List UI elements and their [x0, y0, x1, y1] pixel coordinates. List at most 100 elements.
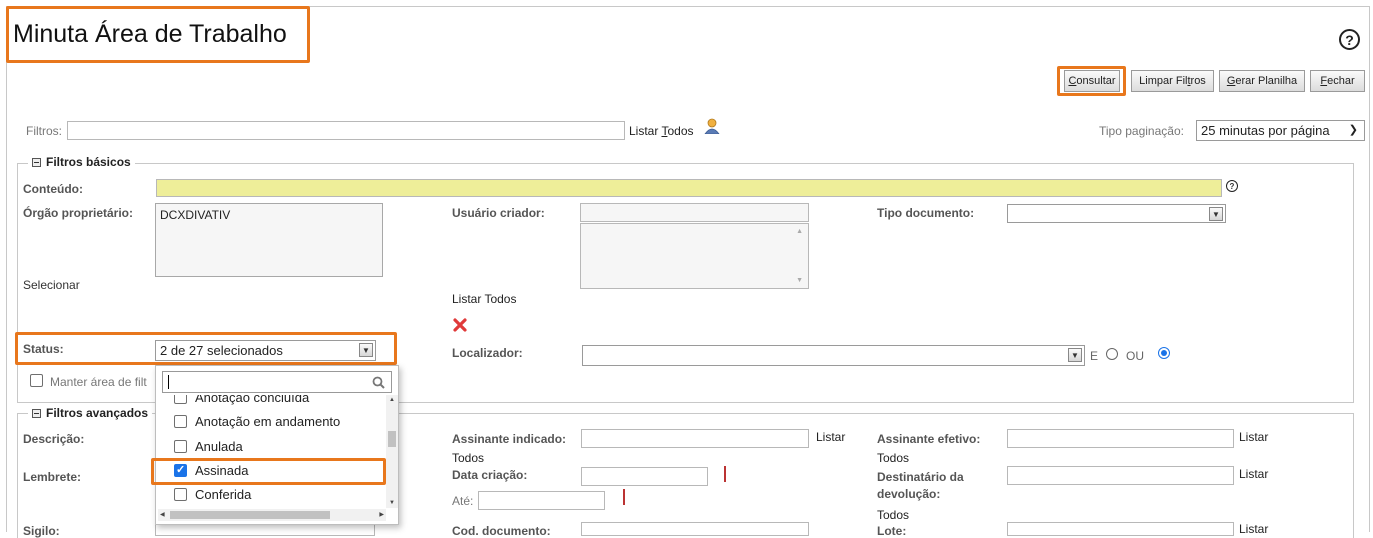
status-search-input[interactable] [162, 371, 392, 393]
lote-label: Lote: [877, 524, 907, 538]
assinada-highlight [151, 458, 386, 485]
conteudo-input[interactable] [156, 179, 1222, 197]
localizador-ou-radio[interactable] [1158, 347, 1170, 359]
status-select[interactable]: 2 de 27 selecionados ▼ [155, 340, 376, 361]
scroll-up-icon[interactable]: ▲ [796, 228, 803, 235]
status-option-checkbox[interactable] [174, 440, 187, 453]
filtros-input[interactable] [67, 121, 625, 140]
conteudo-label: Conteúdo: [23, 182, 83, 196]
dropdown-horizontal-scrollbar[interactable]: ◀ ▶ [158, 509, 386, 521]
orgao-listbox[interactable]: DCXDIVATIV [155, 203, 383, 277]
page-title: Minuta Área de Trabalho [13, 20, 287, 48]
filtros-avancados-title: Filtros avançados [46, 406, 149, 420]
orgao-item[interactable]: DCXDIVATIV [156, 204, 382, 226]
destinatario-input[interactable] [1007, 466, 1234, 485]
tipo-paginacao-select[interactable]: 25 minutas por página ❯ [1196, 120, 1365, 141]
text-cursor [168, 375, 169, 389]
dropdown-arrow-icon: ▼ [1209, 207, 1223, 221]
fechar-button[interactable]: Fechar [1310, 70, 1365, 92]
dropdown-vertical-scrollbar[interactable]: ▲ ▼ [386, 395, 398, 508]
localizador-e-radio[interactable] [1106, 348, 1118, 360]
collapse-icon[interactable] [32, 408, 41, 418]
user-icon[interactable] [704, 118, 720, 134]
calendar-icon[interactable] [623, 489, 625, 505]
data-criacao-label: Data criação: [452, 468, 528, 482]
collapse-icon[interactable] [32, 157, 41, 167]
assinante-efetivo-label: Assinante efetivo: [877, 432, 981, 446]
filtros-avancados-legend[interactable]: Filtros avançados [28, 406, 153, 420]
lembrete-label: Lembrete: [23, 470, 82, 484]
status-option-label: Anotação concluída [195, 395, 310, 405]
scrollbar-thumb[interactable] [170, 511, 330, 519]
assinante-indicado-label: Assinante indicado: [452, 432, 567, 446]
usuario-criador-listbox[interactable]: ▲ ▼ [580, 223, 809, 289]
consultar-button[interactable]: Consultar [1064, 70, 1120, 92]
status-option-checkbox[interactable] [174, 395, 187, 404]
status-label: Status: [23, 342, 64, 356]
scroll-down-icon[interactable]: ▼ [796, 277, 803, 284]
red-x-icon[interactable] [453, 318, 467, 332]
status-option-checkbox[interactable] [174, 488, 187, 501]
selecionar-link[interactable]: Selecionar [23, 278, 80, 292]
usuario-criador-input[interactable] [580, 203, 809, 222]
status-option-0[interactable]: Anotação concluída [174, 395, 309, 405]
calendar-icon[interactable] [724, 466, 726, 482]
ate-label: Até: [452, 494, 474, 508]
status-option-2[interactable]: Anulada [174, 439, 243, 454]
manter-area-label: Manter área de filt [50, 375, 147, 389]
chevron-down-icon: ❯ [1348, 124, 1358, 136]
scroll-down-icon[interactable]: ▼ [389, 500, 395, 506]
gerar-planilha-button[interactable]: Gerar Planilha [1219, 70, 1305, 92]
scrollbar-thumb[interactable] [388, 431, 396, 447]
tipo-documento-label: Tipo documento: [877, 206, 975, 220]
cod-documento-label: Cod. documento: [452, 524, 551, 538]
localizador-ou-label: OU [1126, 349, 1144, 363]
data-criacao-input[interactable] [581, 467, 708, 486]
assinante-indicado-todos-link[interactable]: Todos [452, 451, 484, 465]
scroll-left-icon[interactable]: ◀ [160, 511, 165, 518]
localizador-label: Localizador: [452, 346, 523, 360]
destinatario-todos-link[interactable]: Todos [877, 508, 909, 522]
destinatario-listar-link[interactable]: Listar [1239, 467, 1268, 481]
sigilo-label: Sigilo: [23, 524, 60, 538]
lote-input[interactable] [1007, 522, 1234, 536]
assinante-indicado-input[interactable] [581, 429, 809, 448]
status-option-checkbox[interactable] [174, 415, 187, 428]
assinante-indicado-listar-link[interactable]: Listar [816, 430, 845, 444]
conteudo-help-icon[interactable]: ? [1226, 180, 1238, 192]
usuario-criador-label: Usuário criador: [452, 206, 545, 220]
assinante-efetivo-todos-link[interactable]: Todos [877, 451, 909, 465]
destinatario-label: Destinatário da [877, 470, 964, 484]
filtros-basicos-legend[interactable]: Filtros básicos [28, 155, 135, 169]
help-icon[interactable]: ? [1339, 29, 1360, 50]
assinante-efetivo-input[interactable] [1007, 429, 1234, 448]
usuario-listar-todos-link[interactable]: Listar Todos [452, 292, 516, 306]
tipo-paginacao-label: Tipo paginação: [1099, 124, 1184, 138]
localizador-select[interactable]: ▼ [582, 345, 1085, 366]
status-option-label: Conferida [195, 487, 252, 502]
status-option-1[interactable]: Anotação em andamento [174, 414, 340, 429]
data-ate-input[interactable] [478, 491, 605, 510]
listar-todos-link[interactable]: Listar Todos [629, 124, 694, 138]
scroll-right-icon[interactable]: ▶ [379, 511, 384, 518]
status-dropdown-panel: Anotação concluída Anotação em andamento… [155, 365, 399, 525]
status-option-label: Anotação em andamento [195, 414, 341, 429]
destinatario-label-2: devolução: [877, 487, 941, 501]
search-icon [372, 376, 385, 389]
descricao-label: Descrição: [23, 432, 85, 446]
cod-documento-input[interactable] [581, 522, 809, 536]
filtros-basicos-title: Filtros básicos [46, 155, 131, 169]
filtros-label: Filtros: [26, 124, 62, 138]
dropdown-arrow-icon: ▼ [359, 343, 373, 357]
status-option-4[interactable]: Conferida [174, 487, 251, 502]
status-options-list: Anotação concluída Anotação em andamento… [156, 395, 388, 508]
orgao-label: Órgão proprietário: [23, 206, 134, 220]
lote-listar-link[interactable]: Listar [1239, 522, 1268, 536]
manter-area-checkbox[interactable] [30, 374, 43, 387]
tipo-documento-select[interactable]: ▼ [1007, 204, 1226, 223]
assinante-efetivo-listar-link[interactable]: Listar [1239, 430, 1268, 444]
scroll-up-icon[interactable]: ▲ [389, 397, 395, 403]
localizador-e-label: E [1090, 349, 1099, 363]
status-option-label: Anulada [195, 439, 243, 454]
limpar-filtros-button[interactable]: Limpar Fil t ros [1131, 70, 1214, 92]
